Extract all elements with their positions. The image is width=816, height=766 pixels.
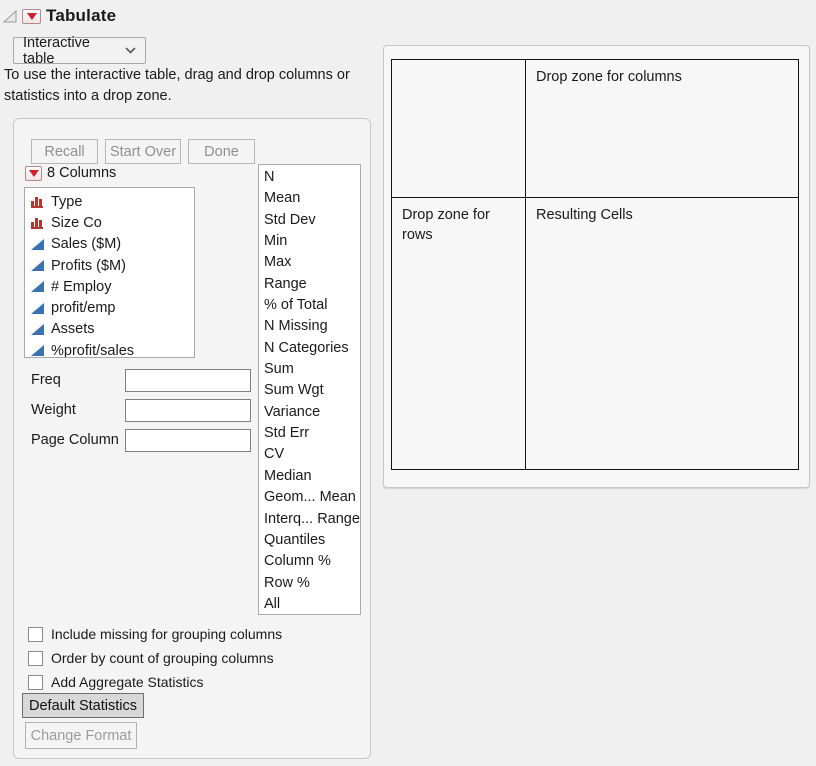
continuous-triangle-icon (31, 323, 44, 336)
continuous-triangle-icon (31, 238, 44, 251)
column-label: profit/emp (51, 300, 115, 316)
column-label: Size Co (51, 215, 102, 231)
statistic-item-min[interactable]: Min (264, 231, 360, 252)
done-button[interactable]: Done (188, 139, 255, 164)
continuous-triangle-icon (31, 344, 44, 357)
statistic-item-variance[interactable]: Variance (264, 402, 360, 423)
disclosure-triangle-icon[interactable] (3, 10, 17, 23)
panel-button-row: Recall Start Over Done (31, 139, 255, 164)
column-item-profit-emp[interactable]: profit/emp (31, 297, 194, 318)
drop-zone-columns[interactable]: Drop zone for columns (526, 60, 798, 198)
column-label: Assets (51, 321, 95, 337)
control-panel: Recall Start Over Done 8 Columns Type Siz… (13, 118, 371, 759)
statistic-item-std-dev[interactable]: Std Dev (264, 210, 360, 231)
checkbox-box-icon[interactable] (28, 651, 43, 666)
chevron-down-icon (125, 47, 136, 54)
drop-zone-rows[interactable]: Drop zone for rows (392, 198, 526, 469)
column-item-type[interactable]: Type (31, 191, 194, 212)
statistic-item-interq-range[interactable]: Interq... Range (264, 509, 360, 530)
statistic-item-quantiles[interactable]: Quantiles (264, 530, 360, 551)
column-item-profits-m[interactable]: Profits ($M) (31, 255, 194, 276)
checkbox-order-by-count-of-grouping-columns[interactable]: Order by count of grouping columns (28, 646, 282, 670)
freq-input[interactable] (125, 369, 251, 392)
role-fields: Freq Weight Page Column (31, 365, 264, 455)
statistic-item-column[interactable]: Column % (264, 551, 360, 572)
statistic-item-n[interactable]: N (264, 167, 360, 188)
column-label: # Employ (51, 279, 111, 295)
column-item-employ[interactable]: # Employ (31, 276, 194, 297)
checkbox-label: Add Aggregate Statistics (51, 674, 204, 690)
column-label: Type (51, 194, 82, 210)
instruction-text: To use the interactive table, drag and d… (4, 65, 384, 106)
option-checkboxes: Include missing for grouping columns Orde… (28, 622, 282, 694)
recall-button[interactable]: Recall (31, 139, 98, 164)
statistic-item-sum[interactable]: Sum (264, 359, 360, 380)
continuous-triangle-icon (31, 280, 44, 293)
table-type-dropdown[interactable]: Interactive table (13, 37, 146, 64)
red-triangle-icon (29, 170, 39, 177)
checkbox-include-missing-for-grouping-columns[interactable]: Include missing for grouping columns (28, 622, 282, 646)
page-title: Tabulate (46, 6, 116, 26)
red-triangle-icon (27, 13, 37, 20)
column-label: Sales ($M) (51, 236, 121, 252)
continuous-triangle-icon (31, 302, 44, 315)
drop-zone-table: Drop zone for columns Drop zone for rows… (391, 59, 799, 470)
columns-count-label: 8 Columns (47, 165, 116, 181)
statistic-item-cv[interactable]: CV (264, 444, 360, 465)
statistic-item-of-total[interactable]: % of Total (264, 295, 360, 316)
statistic-item-n-categories[interactable]: N Categories (264, 338, 360, 359)
column-item-assets[interactable]: Assets (31, 319, 194, 340)
field-row-page-column: Page Column (31, 425, 264, 455)
table-type-value: Interactive table (23, 35, 125, 67)
statistic-item-all[interactable]: All (264, 594, 360, 615)
statistic-item-std-err[interactable]: Std Err (264, 423, 360, 444)
resulting-cells-zone[interactable]: Resulting Cells (526, 198, 798, 469)
statistic-item-n-missing[interactable]: N Missing (264, 316, 360, 337)
start-over-button[interactable]: Start Over (105, 139, 181, 164)
field-label: Freq (31, 372, 125, 388)
weight-input[interactable] (125, 399, 251, 422)
column-list: Type Size Co Sales ($M) Profits ($M) # Emplo… (24, 187, 195, 358)
report-header: Tabulate (3, 6, 116, 26)
red-triangle-menu-button[interactable] (22, 9, 41, 24)
nominal-bars-icon (31, 216, 44, 229)
statistic-item-geom-mean[interactable]: Geom... Mean (264, 487, 360, 508)
statistic-item-row[interactable]: Row % (264, 573, 360, 594)
checkbox-label: Include missing for grouping columns (51, 626, 282, 642)
field-row-freq: Freq (31, 365, 264, 395)
statistic-item-range[interactable]: Range (264, 274, 360, 295)
corner-cell (392, 60, 526, 198)
column-label: %profit/sales (51, 343, 134, 358)
column-item-size-co[interactable]: Size Co (31, 212, 194, 233)
statistics-list: NMeanStd DevMinMaxRange% of TotalN Missi… (258, 164, 361, 615)
continuous-triangle-icon (31, 259, 44, 272)
columns-red-triangle-button[interactable] (25, 166, 42, 181)
checkbox-add-aggregate-statistics[interactable]: Add Aggregate Statistics (28, 670, 282, 694)
statistic-item-median[interactable]: Median (264, 466, 360, 487)
page-column-input[interactable] (125, 429, 251, 452)
nominal-bars-icon (31, 195, 44, 208)
default-statistics-button[interactable]: Default Statistics (22, 693, 144, 718)
drop-zone-panel: Drop zone for columns Drop zone for rows… (383, 45, 810, 488)
statistic-item-sum-wgt[interactable]: Sum Wgt (264, 380, 360, 401)
checkbox-box-icon[interactable] (28, 627, 43, 642)
field-row-weight: Weight (31, 395, 264, 425)
column-item-sales-m[interactable]: Sales ($M) (31, 234, 194, 255)
column-item-profit-sales[interactable]: %profit/sales (31, 340, 194, 358)
columns-header: 8 Columns (25, 165, 116, 181)
statistic-item-max[interactable]: Max (264, 252, 360, 273)
change-format-button[interactable]: Change Format (25, 722, 137, 749)
statistic-item-mean[interactable]: Mean (264, 188, 360, 209)
checkbox-label: Order by count of grouping columns (51, 650, 274, 666)
column-label: Profits ($M) (51, 258, 126, 274)
field-label: Page Column (31, 432, 125, 448)
checkbox-box-icon[interactable] (28, 675, 43, 690)
field-label: Weight (31, 402, 125, 418)
